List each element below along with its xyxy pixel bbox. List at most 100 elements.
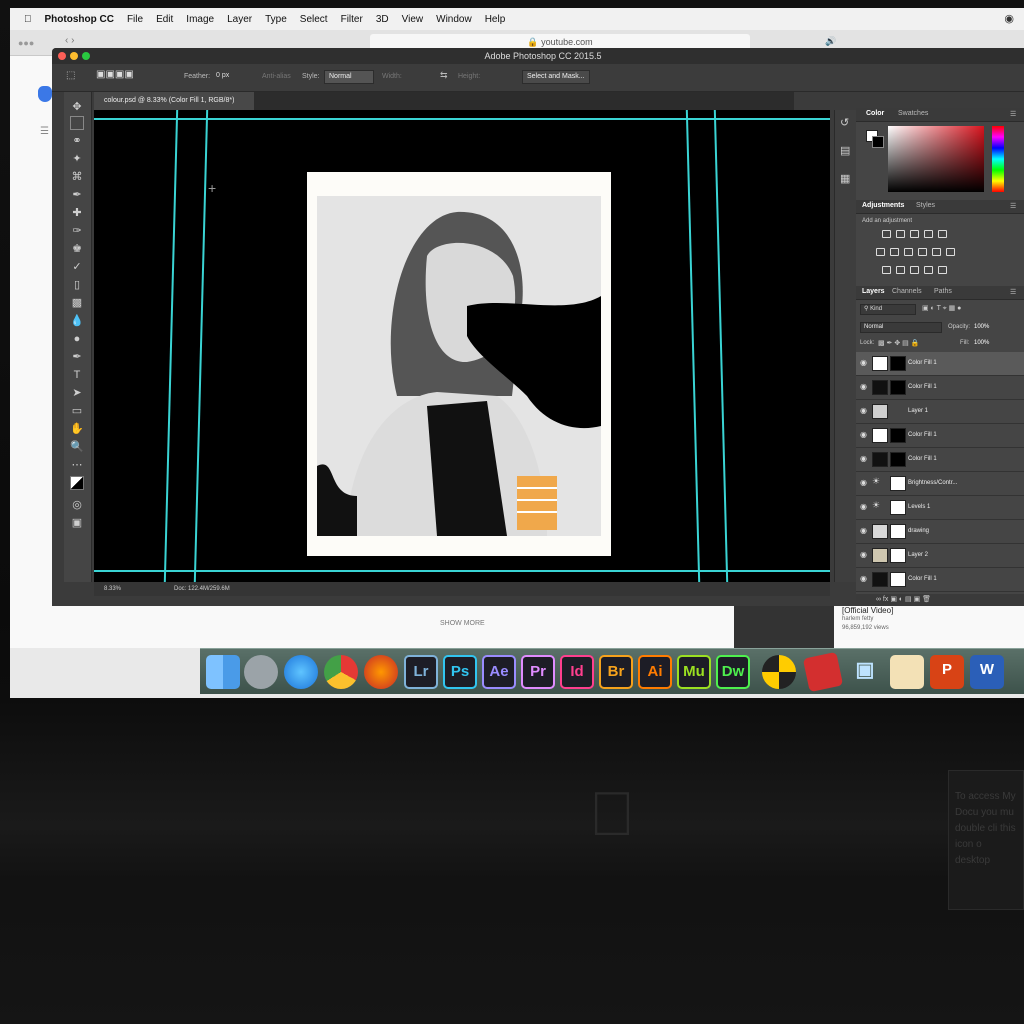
swap-dimensions-icon[interactable]: ⇆ bbox=[440, 70, 448, 81]
canvas-area[interactable]: + bbox=[94, 110, 830, 582]
adobe-id-icon[interactable]: Id bbox=[560, 655, 594, 689]
gradient-map-icon[interactable] bbox=[924, 266, 933, 274]
tab-styles[interactable]: Styles bbox=[916, 202, 935, 209]
levels-icon[interactable] bbox=[896, 230, 905, 238]
adobe-ae-icon[interactable]: Ae bbox=[482, 655, 516, 689]
adobe-br-icon[interactable]: Br bbox=[599, 655, 633, 689]
keynote-icon[interactable]: ▣ bbox=[848, 655, 882, 689]
adobe-pr-icon[interactable]: Pr bbox=[521, 655, 555, 689]
layer-thumbnail[interactable]: ☀ bbox=[872, 500, 888, 515]
layer-thumbnail[interactable] bbox=[872, 404, 888, 419]
layer-row[interactable]: ◉ Color Fill 1 bbox=[856, 376, 1024, 400]
rectangle-tool-icon[interactable]: ▭ bbox=[70, 404, 84, 418]
adobe-ai-icon[interactable]: Ai bbox=[638, 655, 672, 689]
layer-row[interactable]: ◉ Color Fill 1 bbox=[856, 568, 1024, 592]
filter-kind-select[interactable]: ⚲ Kind bbox=[860, 304, 916, 315]
layer-mask-thumbnail[interactable] bbox=[890, 548, 906, 563]
fill-input[interactable]: 100% bbox=[974, 340, 989, 346]
visibility-eye-icon[interactable]: ◉ bbox=[860, 479, 868, 487]
history-brush-icon[interactable]: ✓ bbox=[70, 260, 84, 274]
tab-adjustments[interactable]: Adjustments bbox=[862, 202, 904, 209]
more-tools-icon[interactable]: ⋯ bbox=[70, 458, 84, 472]
layer-mask-thumbnail[interactable] bbox=[890, 356, 906, 371]
quick-select-tool-icon[interactable]: ✦ bbox=[70, 152, 84, 166]
layer-mask-thumbnail[interactable] bbox=[890, 380, 906, 395]
threshold-icon[interactable] bbox=[910, 266, 919, 274]
layer-thumbnail[interactable]: ☀ bbox=[872, 476, 888, 491]
tab-channels[interactable]: Channels bbox=[892, 288, 922, 295]
show-more-link[interactable]: SHOW MORE bbox=[440, 620, 485, 627]
black-white-icon[interactable] bbox=[904, 248, 913, 256]
layer-row[interactable]: ◉ Layer 1 bbox=[856, 400, 1024, 424]
quick-mask-icon[interactable]: ◎ bbox=[70, 498, 84, 512]
color-picker-field[interactable] bbox=[888, 126, 984, 192]
menu-select[interactable]: Select bbox=[300, 14, 328, 25]
marquee-preset-icon[interactable]: ⬚ bbox=[66, 70, 75, 81]
menu-filter[interactable]: Filter bbox=[341, 14, 363, 25]
blend-mode-select[interactable]: Normal bbox=[860, 322, 942, 333]
curves-icon[interactable] bbox=[910, 230, 919, 238]
layer-mask-thumbnail[interactable] bbox=[890, 452, 906, 467]
panel-menu-icon[interactable]: ☰ bbox=[1010, 110, 1016, 118]
crop-tool-icon[interactable]: ⌘ bbox=[70, 170, 84, 184]
back-forward-icon[interactable]: ‹ › bbox=[65, 35, 74, 46]
layer-thumbnail[interactable] bbox=[872, 380, 888, 395]
close-window-icon[interactable] bbox=[58, 52, 66, 60]
vibrance-icon[interactable] bbox=[938, 230, 947, 238]
doc-size[interactable]: Doc: 122.4M/259.6M bbox=[174, 582, 230, 596]
menubar-app-name[interactable]: Photoshop CC bbox=[45, 14, 114, 25]
layer-thumbnail[interactable] bbox=[872, 452, 888, 467]
visibility-eye-icon[interactable]: ◉ bbox=[860, 503, 868, 511]
path-select-tool-icon[interactable]: ➤ bbox=[70, 386, 84, 400]
launchpad-icon[interactable] bbox=[244, 655, 278, 689]
tab-paths[interactable]: Paths bbox=[934, 288, 952, 295]
eraser-tool-icon[interactable]: ▯ bbox=[70, 278, 84, 292]
visibility-eye-icon[interactable]: ◉ bbox=[860, 383, 868, 391]
video-info[interactable]: [Official Video] harlem fetty 96,859,192… bbox=[842, 606, 893, 633]
visibility-eye-icon[interactable]: ◉ bbox=[860, 575, 868, 583]
notes-icon[interactable] bbox=[890, 655, 924, 689]
visibility-eye-icon[interactable]: ◉ bbox=[860, 527, 868, 535]
zoom-window-icon[interactable] bbox=[82, 52, 90, 60]
selective-color-icon[interactable] bbox=[938, 266, 947, 274]
menu-window[interactable]: Window bbox=[436, 14, 472, 25]
hue-saturation-icon[interactable] bbox=[876, 248, 885, 256]
guide-vertical-3[interactable] bbox=[685, 110, 701, 582]
adobe-dw-icon[interactable]: Dw bbox=[716, 655, 750, 689]
menu-layer[interactable]: Layer bbox=[227, 14, 252, 25]
guide-vertical-2[interactable] bbox=[193, 110, 209, 582]
move-tool-icon[interactable]: ✥ bbox=[70, 100, 84, 114]
layer-thumbnail[interactable] bbox=[872, 428, 888, 443]
audio-playing-icon[interactable]: 🔊 bbox=[825, 36, 836, 47]
layer-thumbnail[interactable] bbox=[872, 572, 888, 587]
guide-vertical-1[interactable] bbox=[163, 110, 179, 582]
visibility-eye-icon[interactable]: ◉ bbox=[860, 359, 868, 367]
layer-row[interactable]: ◉ Color Fill 1 bbox=[856, 448, 1024, 472]
layers-footer-icons[interactable]: ∞ fx ▣ ◐ ▤ ▣ 🗑 bbox=[856, 594, 1024, 606]
layer-mask-thumbnail[interactable] bbox=[890, 428, 906, 443]
adobe-lr-icon[interactable]: Lr bbox=[404, 655, 438, 689]
photo-filter-icon[interactable] bbox=[918, 248, 927, 256]
opacity-input[interactable]: 100% bbox=[974, 324, 989, 330]
tab-color[interactable]: Color bbox=[866, 110, 884, 117]
brightness-icon[interactable] bbox=[882, 230, 891, 238]
menu-view[interactable]: View bbox=[402, 14, 424, 25]
layer-thumbnail[interactable] bbox=[872, 524, 888, 539]
layer-filter-icons[interactable]: ▣ ◐ T ⌖ ▦ ● bbox=[922, 304, 961, 313]
color-lookup-icon[interactable] bbox=[946, 248, 955, 256]
menu-3d[interactable]: 3D bbox=[376, 14, 389, 25]
layer-row[interactable]: ◉ ☀ Brightness/Contr... bbox=[856, 472, 1024, 496]
creative-cloud-icon[interactable]: ◉ bbox=[1004, 12, 1014, 25]
select-and-mask-button[interactable]: Select and Mask... bbox=[522, 70, 590, 84]
adobe-ps-icon[interactable]: Ps bbox=[443, 655, 477, 689]
healing-brush-icon[interactable]: ✚ bbox=[70, 206, 84, 220]
hand-tool-icon[interactable]: ✋ bbox=[70, 422, 84, 436]
history-panel-icon[interactable]: ↺ bbox=[840, 116, 849, 129]
gradient-tool-icon[interactable]: ▩ bbox=[70, 296, 84, 310]
cd-burner-icon[interactable] bbox=[762, 655, 796, 689]
layer-row[interactable]: ◉ Layer 2 bbox=[856, 544, 1024, 568]
layer-row[interactable]: ◉ drawing bbox=[856, 520, 1024, 544]
fg-bg-colors-icon[interactable] bbox=[70, 476, 84, 490]
layer-thumbnail[interactable] bbox=[872, 356, 888, 371]
visibility-eye-icon[interactable]: ◉ bbox=[860, 455, 868, 463]
